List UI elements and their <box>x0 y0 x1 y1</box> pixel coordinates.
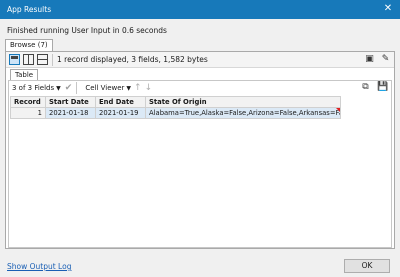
results-table: Record Start Date End Date State Of Orig… <box>10 96 341 119</box>
pin-icon[interactable]: ✎ <box>380 54 391 65</box>
column-header-state-of-origin[interactable]: State Of Origin <box>145 96 341 108</box>
status-text: Finished running User Input in 0.6 secon… <box>7 26 167 35</box>
cell-viewer-label: Cell Viewer <box>85 84 125 92</box>
truncation-marker-icon <box>336 108 340 112</box>
fields-label: 3 of 3 Fields <box>12 84 55 92</box>
table-row[interactable]: 1 2021-01-18 2021-01-19 Alabama=True,Ala… <box>10 107 341 119</box>
column-header-start-date[interactable]: Start Date <box>45 96 96 108</box>
table-header-row: Record Start Date End Date State Of Orig… <box>10 96 341 108</box>
results-frame: Browse (7) 1 record displayed, 3 fields,… <box>5 39 395 249</box>
cell-viewer-dropdown[interactable]: Cell Viewer ▼ <box>85 84 131 92</box>
toolbar-divider <box>52 53 53 66</box>
close-icon[interactable]: ✕ <box>382 3 394 15</box>
arrow-down-icon[interactable]: ↓ <box>145 83 153 93</box>
ok-button[interactable]: OK <box>344 259 390 273</box>
column-header-end-date[interactable]: End Date <box>95 96 146 108</box>
title-bar: App Results ✕ <box>0 0 400 19</box>
chevron-down-icon: ▼ <box>126 85 132 92</box>
layout-horizontal-split-icon[interactable] <box>37 54 48 65</box>
show-output-log-link[interactable]: Show Output Log <box>7 262 71 271</box>
view-options-icon[interactable]: ▣ <box>364 54 375 65</box>
grid-toolbar-divider <box>76 82 78 94</box>
chevron-down-icon: ▼ <box>56 85 61 92</box>
apply-check-icon[interactable]: ✔ <box>65 83 73 93</box>
results-toolbar: 1 record displayed, 3 fields, 1,582 byte… <box>6 52 394 68</box>
state-of-origin-cell[interactable]: Alabama=True,Alaska=False,Arizona=False,… <box>145 107 341 119</box>
grid-toolbar: 3 of 3 Fields ▼ ✔ Cell Viewer ▼ ↑ ↓ ⧉ 💾 <box>9 81 391 95</box>
record-info: 1 record displayed, 3 fields, 1,582 byte… <box>57 55 208 64</box>
column-header-record[interactable]: Record <box>10 96 46 108</box>
layout-vertical-split-icon[interactable] <box>23 54 34 65</box>
save-icon[interactable]: 💾 <box>377 82 388 93</box>
record-number-cell[interactable]: 1 <box>10 107 46 119</box>
window-title: App Results <box>7 5 52 14</box>
fields-dropdown[interactable]: 3 of 3 Fields ▼ <box>9 84 61 92</box>
state-of-origin-value: Alabama=True,Alaska=False,Arizona=False,… <box>149 109 341 117</box>
copy-icon[interactable]: ⧉ <box>360 82 371 93</box>
layout-single-icon[interactable] <box>9 54 20 65</box>
browse-panel: 1 record displayed, 3 fields, 1,582 byte… <box>5 51 395 249</box>
start-date-cell[interactable]: 2021-01-18 <box>45 107 96 119</box>
table-panel: 3 of 3 Fields ▼ ✔ Cell Viewer ▼ ↑ ↓ ⧉ 💾 Re… <box>8 80 392 248</box>
arrow-up-icon[interactable]: ↑ <box>134 83 142 93</box>
end-date-cell[interactable]: 2021-01-19 <box>95 107 146 119</box>
